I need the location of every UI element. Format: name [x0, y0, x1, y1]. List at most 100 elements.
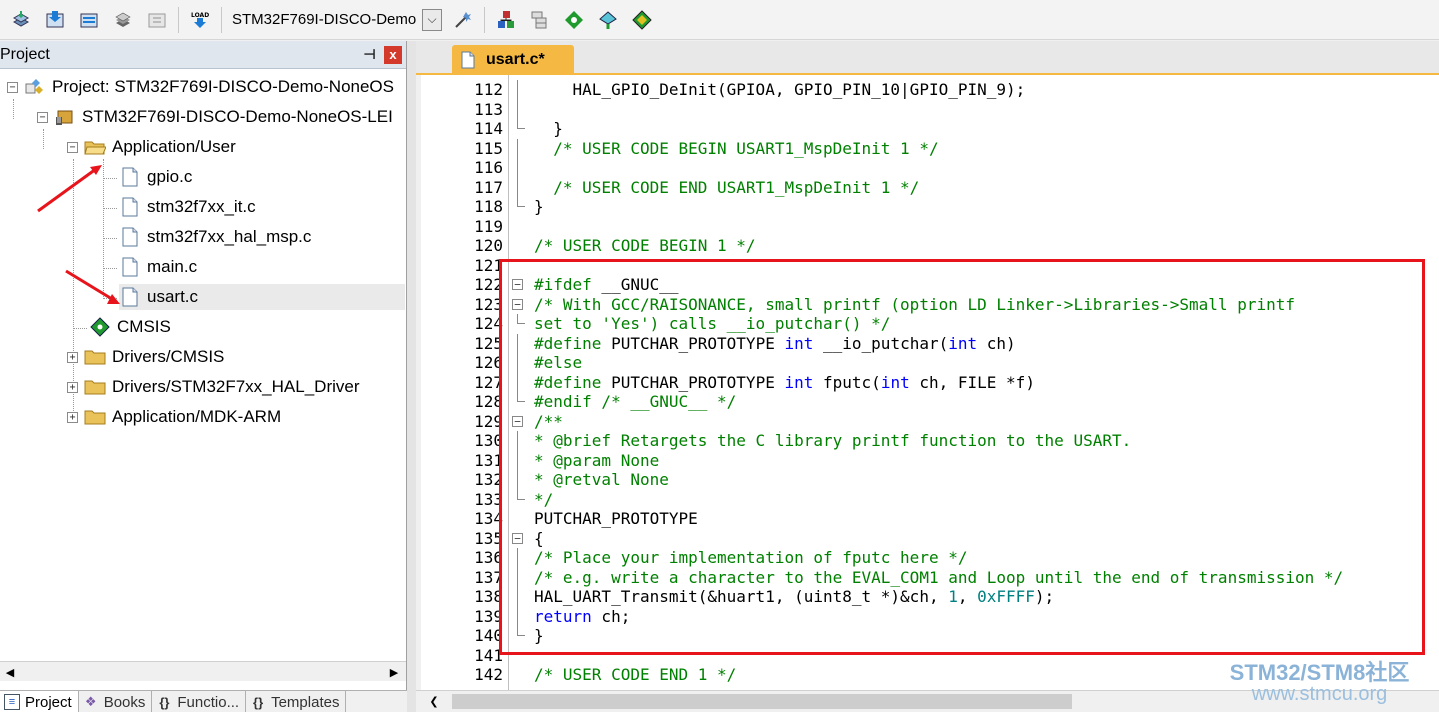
- manage-project-icon[interactable]: [527, 7, 553, 33]
- pack-installer-icon[interactable]: [561, 7, 587, 33]
- stop-build-icon[interactable]: [144, 7, 170, 33]
- tree-item-label: Drivers/STM32F7xx_HAL_Driver: [112, 377, 360, 396]
- code-line[interactable]: 117 /* USER CODE END USART1_MspDeInit 1 …: [421, 177, 1439, 197]
- code-line[interactable]: 112 HAL_GPIO_DeInit(GPIOA, GPIO_PIN_10|G…: [421, 80, 1439, 100]
- code-line[interactable]: 139 return ch;: [421, 606, 1439, 626]
- batch-build-icon[interactable]: [110, 7, 136, 33]
- chevron-down-icon[interactable]: ⌵: [422, 8, 442, 31]
- runtime-env-icon[interactable]: [595, 7, 621, 33]
- code-line[interactable]: 113: [421, 99, 1439, 119]
- collapse-icon[interactable]: −: [7, 81, 18, 93]
- code-line[interactable]: 118}: [421, 197, 1439, 217]
- code-line[interactable]: 136 /* Place your implementation of fputc…: [421, 548, 1439, 568]
- translate-icon[interactable]: [8, 7, 34, 33]
- tab-label: Project: [25, 693, 72, 711]
- code-line[interactable]: 123−/* With GCC/RAISONANCE, small printf…: [421, 295, 1439, 315]
- tree-item-file-selected[interactable]: usart.c: [119, 284, 405, 310]
- code-line[interactable]: 137 /* e.g. write a character to the EVAL…: [421, 567, 1439, 587]
- code-line[interactable]: 131 * @param None: [421, 450, 1439, 470]
- editor-tab-usart[interactable]: usart.c*: [452, 45, 574, 75]
- tree-item-application-mdk[interactable]: + Application/MDK-ARM: [67, 404, 281, 430]
- line-number: 129: [474, 411, 503, 431]
- code-line[interactable]: 126 #else: [421, 353, 1439, 373]
- file-icon: [119, 227, 141, 247]
- expand-icon[interactable]: +: [67, 381, 78, 393]
- pane-splitter[interactable]: [407, 41, 416, 712]
- collapse-icon[interactable]: −: [67, 141, 78, 153]
- code-line[interactable]: 133 */: [421, 489, 1439, 510]
- toolbar: LOAD STM32F769I-DISCO-Demo ⌵: [0, 0, 1439, 40]
- code-text: /* With GCC/RAISONANCE, small printf (op…: [534, 294, 1295, 314]
- tree-item-file[interactable]: stm32f7xx_hal_msp.c: [119, 224, 311, 250]
- collapse-icon[interactable]: −: [37, 111, 48, 123]
- tree-item-drivers-cmsis[interactable]: + Drivers/CMSIS: [67, 344, 224, 370]
- fold-collapse-icon[interactable]: −: [512, 279, 523, 290]
- code-editor[interactable]: 112 HAL_GPIO_DeInit(GPIOA, GPIO_PIN_10|G…: [416, 75, 1439, 690]
- line-number: 127: [474, 372, 503, 392]
- tree-item-target[interactable]: − STM32F769I-DISCO-Demo-NoneOS-LEI: [37, 104, 407, 130]
- tree-item-label: stm32f7xx_hal_msp.c: [147, 227, 312, 246]
- tree-horizontal-scrollbar[interactable]: ◀ ▶: [0, 661, 406, 681]
- tree-item-project-root[interactable]: − Project: STM32F769I-DISCO-Demo-NoneOS: [7, 74, 394, 100]
- fold-end-marker: [517, 489, 525, 500]
- code-line[interactable]: 134 PUTCHAR_PROTOTYPE: [421, 509, 1439, 529]
- tree-item-application-user[interactable]: − Application/User: [67, 134, 236, 160]
- code-line[interactable]: 130 * @brief Retargets the C library prin…: [421, 431, 1439, 451]
- code-line[interactable]: 128 #endif /* __GNUC__ */: [421, 392, 1439, 412]
- tree-guide-line: [103, 238, 117, 239]
- pane-title: Project: [0, 45, 50, 63]
- tab-books[interactable]: ❖ Books: [79, 691, 153, 712]
- build-icon[interactable]: [42, 7, 68, 33]
- load-icon[interactable]: LOAD: [187, 7, 213, 33]
- expand-icon[interactable]: +: [67, 411, 78, 423]
- fold-guide-line: [517, 372, 518, 392]
- code-line[interactable]: 120 /* USER CODE BEGIN 1 */: [421, 236, 1439, 256]
- watermark: STM32/STM8社区 www.stmcu.org: [1200, 655, 1439, 706]
- target-select[interactable]: STM32F769I-DISCO-Demo ⌵: [232, 8, 442, 32]
- tree-item-label: gpio.c: [147, 167, 193, 186]
- scroll-left-icon[interactable]: ◀: [2, 664, 18, 680]
- tree-item-file[interactable]: stm32f7xx_it.c: [119, 194, 256, 220]
- fold-guide-line: [517, 138, 518, 158]
- tree-item-file[interactable]: main.c: [119, 254, 197, 280]
- code-line[interactable]: 116: [421, 158, 1439, 178]
- code-line[interactable]: 132 * @retval None: [421, 470, 1439, 490]
- tree-item-drivers-hal[interactable]: + Drivers/STM32F7xx_HAL_Driver: [67, 374, 360, 400]
- code-text: }: [534, 119, 563, 138]
- fold-collapse-icon[interactable]: −: [512, 532, 523, 544]
- line-number: 139: [474, 606, 503, 626]
- file-extensions-icon[interactable]: [493, 7, 519, 33]
- code-line[interactable]: 121: [421, 256, 1439, 276]
- tree-item-file[interactable]: gpio.c: [119, 164, 192, 190]
- code-line[interactable]: 122− #ifdef __GNUC__: [421, 275, 1439, 295]
- target-options-icon[interactable]: [450, 7, 476, 33]
- toolbar-separator: [484, 6, 485, 33]
- tab-templates[interactable]: {} Templates: [246, 691, 347, 712]
- fold-collapse-icon[interactable]: −: [512, 415, 523, 427]
- rebuild-icon[interactable]: [76, 7, 102, 33]
- code-line[interactable]: 115 /* USER CODE BEGIN USART1_MspDeInit …: [421, 138, 1439, 158]
- code-line[interactable]: 119: [421, 217, 1439, 237]
- code-line[interactable]: 125 #define PUTCHAR_PROTOTYPE int __io_pu…: [421, 333, 1439, 353]
- tab-project[interactable]: ≡ Project: [0, 691, 79, 712]
- code-line[interactable]: 129−/**: [421, 412, 1439, 432]
- pin-icon[interactable]: ⊣: [363, 46, 376, 63]
- expand-icon[interactable]: +: [67, 351, 78, 363]
- scroll-left-icon[interactable]: ❮: [426, 693, 442, 709]
- code-line[interactable]: 127 #define PUTCHAR_PROTOTYPE int fputc(i…: [421, 372, 1439, 392]
- code-line[interactable]: 135−{: [421, 529, 1439, 549]
- line-number: 124: [474, 314, 503, 333]
- code-line[interactable]: 138 HAL_UART_Transmit(&huart1, (uint8_t *…: [421, 587, 1439, 607]
- fold-collapse-icon[interactable]: −: [512, 298, 523, 310]
- code-line[interactable]: 140}: [421, 626, 1439, 646]
- code-line[interactable]: 124 set to 'Yes') calls __io_putchar() */: [421, 314, 1439, 334]
- tree-item-cmsis[interactable]: CMSIS: [89, 314, 171, 340]
- tab-functions[interactable]: {} Functio...: [152, 691, 247, 712]
- close-pane-button[interactable]: x: [384, 45, 402, 64]
- fold-guide-line: [517, 158, 518, 178]
- select-software-packs-icon[interactable]: [629, 7, 655, 33]
- scroll-right-icon[interactable]: ▶: [386, 664, 402, 680]
- code-line[interactable]: 114 }: [421, 119, 1439, 139]
- scroll-thumb[interactable]: [452, 694, 1072, 709]
- file-icon: [119, 167, 141, 187]
